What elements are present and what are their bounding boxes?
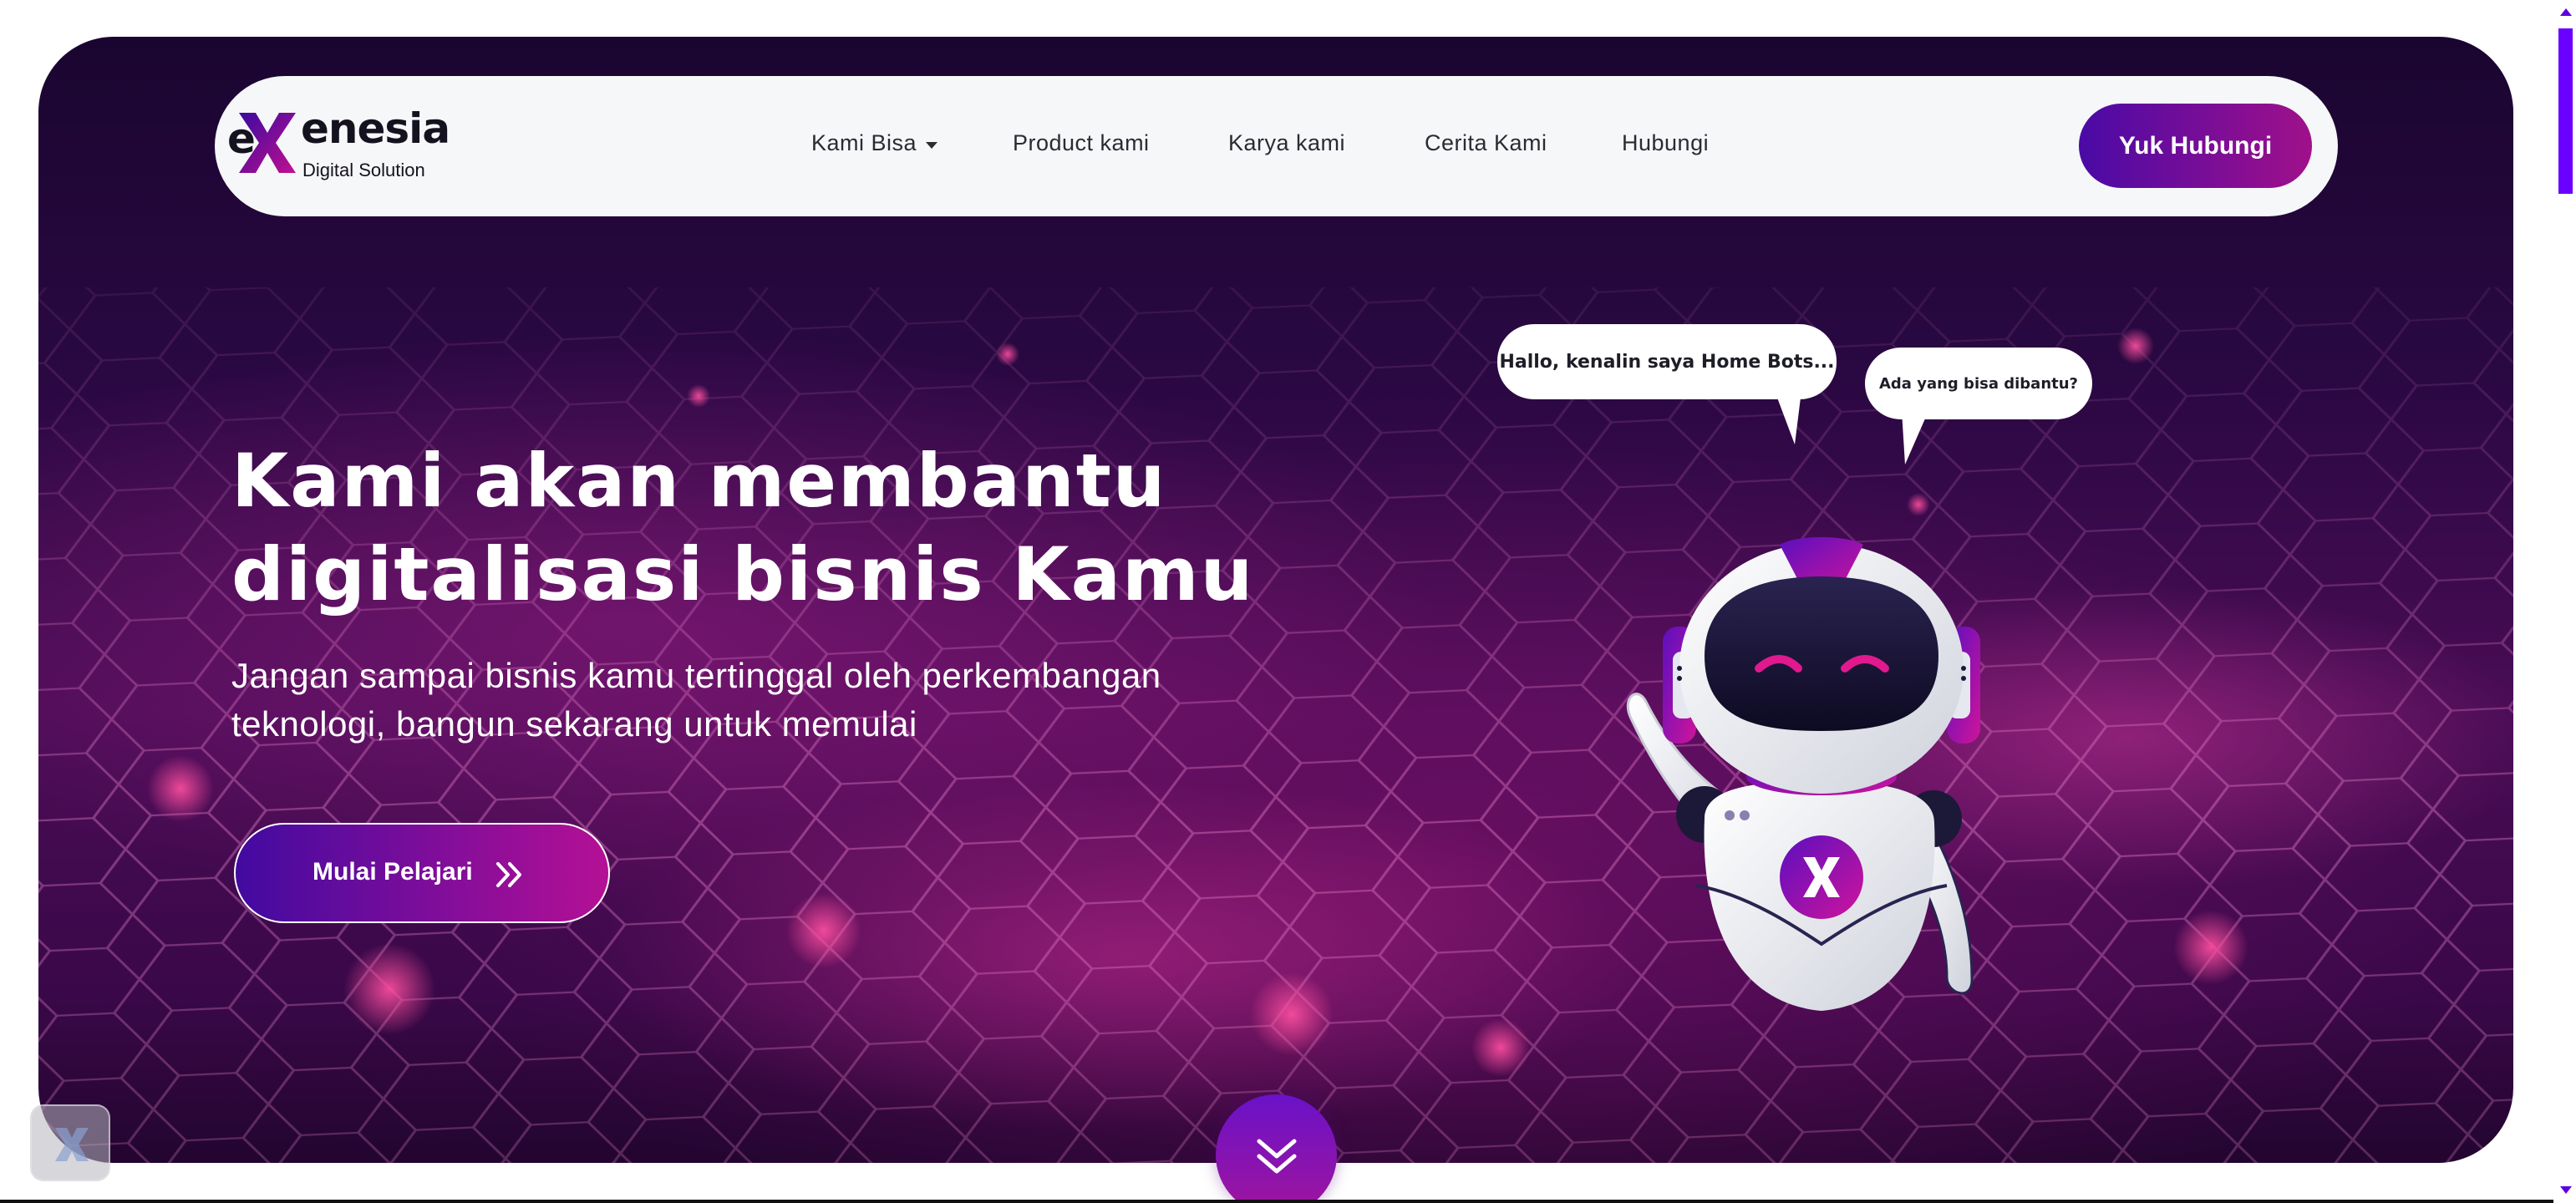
exenesia-x-icon [55, 1128, 89, 1161]
logo-prefix: e [227, 114, 256, 163]
hero-subtitle: Jangan sampai bisnis kamu tertinggal ole… [231, 652, 1318, 749]
chat-widget-button[interactable] [30, 1104, 110, 1181]
chat-bubble-greeting: Hallo, kenalin saya Home Bots... [1497, 324, 1837, 399]
mulai-pelajari-label: Mulai Pelajari [312, 858, 473, 886]
brand-logo[interactable]: e enesia Digital Solution [227, 104, 450, 188]
hero-headline-line2: digitalisasi bisnis Kamu [231, 531, 1255, 617]
double-chevron-down-icon [1257, 1139, 1297, 1174]
nav-item-product-kami[interactable]: Product kami [1013, 130, 1150, 156]
logo-wordmark: enesia [301, 104, 450, 153]
hero-subtitle-line1: Jangan sampai bisnis kamu tertinggal ole… [231, 656, 1161, 695]
scrollbar-thumb[interactable] [2558, 28, 2573, 194]
yuk-hubungi-button[interactable]: Yuk Hubungi [2079, 104, 2312, 188]
chat-bubble-help: Ada yang bisa dibantu? [1865, 348, 2092, 419]
double-chevron-right-icon [496, 862, 521, 887]
mulai-pelajari-button[interactable]: Mulai Pelajari [234, 823, 610, 923]
nav-item-hubungi[interactable]: Hubungi [1622, 130, 1709, 156]
scroll-down-arrow-icon[interactable] [2560, 1186, 2572, 1194]
chat-bubble-tail [1902, 411, 1928, 464]
hero-headline-line1: Kami akan membantu [231, 438, 1167, 524]
chevron-down-icon[interactable] [926, 142, 937, 149]
nav-item-cerita-kami[interactable]: Cerita Kami [1425, 130, 1547, 156]
robot-mascot [1626, 537, 1980, 1011]
nav-item-kami-bisa[interactable]: Kami Bisa [811, 130, 917, 156]
hero-headline: Kami akan membantu digitalisasi bisnis K… [231, 434, 1318, 622]
page-bottom-border [0, 1200, 2553, 1203]
logo-tagline: Digital Solution [302, 160, 425, 180]
hero-subtitle-line2: teknologi, bangun sekarang untuk memulai [231, 704, 917, 744]
scroll-up-arrow-icon[interactable] [2560, 8, 2572, 16]
chat-bubble-tail [1775, 391, 1801, 444]
nav-item-karya-kami[interactable]: Karya kami [1228, 130, 1345, 156]
